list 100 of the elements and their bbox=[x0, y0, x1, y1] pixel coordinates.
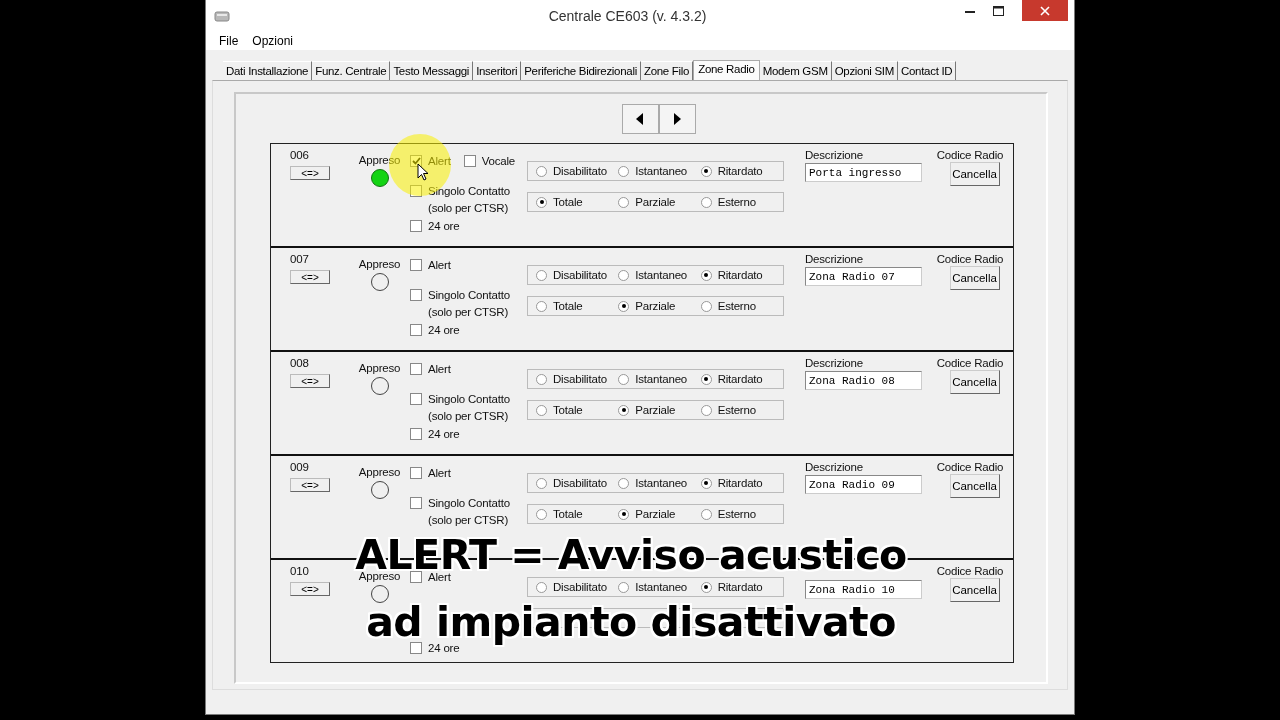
tab[interactable]: Funz. Centrale bbox=[312, 61, 391, 80]
checkbox[interactable] bbox=[410, 155, 422, 167]
zone-number: 008 bbox=[290, 357, 309, 369]
radio-label: Istantaneo bbox=[635, 165, 688, 177]
radio-button[interactable] bbox=[536, 477, 547, 489]
tab[interactable]: Zone Radio bbox=[693, 60, 760, 80]
cancel-button[interactable]: Cancella bbox=[949, 162, 1000, 186]
radio-button[interactable] bbox=[700, 477, 712, 489]
cancel-button[interactable]: Cancella bbox=[949, 370, 1000, 394]
checkbox-note: (solo per CTSR) bbox=[427, 306, 510, 318]
checkbox[interactable] bbox=[410, 428, 422, 440]
checkbox-label: 24 ore bbox=[428, 324, 460, 336]
checkbox[interactable] bbox=[410, 220, 422, 232]
checkbox[interactable] bbox=[410, 289, 422, 301]
window-title: Centrale CE603 (v. 4.3.2) bbox=[547, 8, 708, 24]
checkbox[interactable] bbox=[410, 497, 422, 509]
tab[interactable]: Opzioni SIM bbox=[831, 61, 898, 80]
cancel-button[interactable]: Cancella bbox=[949, 578, 1000, 602]
radio-button[interactable] bbox=[536, 300, 547, 312]
checkbox[interactable] bbox=[410, 324, 422, 336]
field-label: Descrizione bbox=[805, 253, 864, 265]
radio-label: Istantaneo bbox=[635, 373, 688, 385]
description-field[interactable]: Zona Radio 09 bbox=[805, 475, 922, 494]
radio-button[interactable] bbox=[700, 581, 712, 593]
radio-button[interactable] bbox=[536, 269, 547, 281]
radio-button[interactable] bbox=[700, 300, 712, 312]
radio-button[interactable] bbox=[700, 404, 712, 416]
zone-number: 006 bbox=[290, 149, 309, 161]
radio-button[interactable] bbox=[618, 269, 630, 281]
radio-button[interactable] bbox=[618, 373, 630, 385]
previous-button[interactable] bbox=[621, 104, 659, 134]
swap-button[interactable]: <=> bbox=[290, 270, 330, 284]
radio-label: Esterno bbox=[717, 404, 756, 416]
radio-label: Esterno bbox=[717, 196, 756, 208]
description-field[interactable]: Zona Radio 08 bbox=[805, 371, 922, 390]
checkbox[interactable] bbox=[410, 642, 422, 654]
menu-item[interactable]: File bbox=[219, 34, 239, 48]
tab[interactable]: Periferiche Bidirezionali bbox=[521, 61, 641, 80]
radio-button[interactable] bbox=[700, 373, 712, 385]
swap-button[interactable]: <=> bbox=[290, 582, 330, 596]
swap-button[interactable]: <=> bbox=[290, 166, 330, 180]
checkbox[interactable] bbox=[463, 155, 476, 167]
radio-button[interactable] bbox=[536, 581, 547, 593]
tab[interactable]: Contact ID bbox=[898, 61, 957, 80]
checkbox-label: Alert bbox=[428, 155, 451, 167]
radio-button[interactable] bbox=[700, 196, 712, 208]
checkbox-label: 24 ore bbox=[428, 428, 460, 440]
mouse-pointer-icon bbox=[417, 163, 429, 181]
radio-button[interactable] bbox=[618, 581, 630, 593]
menu-item[interactable]: Opzioni bbox=[252, 34, 294, 48]
radio-button[interactable] bbox=[700, 508, 712, 520]
radio-button[interactable] bbox=[536, 404, 547, 416]
checkbox[interactable] bbox=[410, 185, 422, 197]
swap-button[interactable]: <=> bbox=[290, 478, 330, 492]
radio-button[interactable] bbox=[536, 196, 547, 208]
field-label: Codice Radio bbox=[936, 357, 1004, 369]
radio-button[interactable] bbox=[700, 165, 712, 177]
radio-button[interactable] bbox=[618, 477, 630, 489]
tab[interactable]: Modem GSM bbox=[759, 61, 832, 80]
maximize-icon[interactable] bbox=[993, 5, 1004, 16]
checkbox-label: 24 ore bbox=[428, 220, 460, 232]
radio-label: Disabilitato bbox=[553, 165, 607, 177]
checkbox-label: 24 ore bbox=[428, 642, 460, 654]
radio-label: Totale bbox=[553, 196, 583, 208]
tab[interactable]: Testo Messaggi bbox=[390, 61, 474, 80]
tab[interactable]: Inseritori bbox=[473, 61, 522, 80]
close-button[interactable] bbox=[1022, 0, 1068, 21]
description-field[interactable]: Zona Radio 07 bbox=[805, 267, 922, 286]
checkbox[interactable] bbox=[410, 363, 422, 375]
radio-label: Ritardato bbox=[717, 477, 763, 489]
radio-button[interactable] bbox=[700, 269, 712, 281]
field-label: Codice Radio bbox=[936, 565, 1004, 577]
next-button[interactable] bbox=[658, 104, 696, 134]
checkbox[interactable] bbox=[410, 393, 422, 405]
description-field[interactable]: Zona Radio 10 bbox=[805, 580, 922, 599]
radio-label: Disabilitato bbox=[553, 581, 607, 593]
checkbox[interactable] bbox=[410, 259, 422, 271]
zone-number: 010 bbox=[290, 565, 309, 577]
radio-label: Totale bbox=[553, 300, 583, 312]
radio-button[interactable] bbox=[536, 165, 547, 177]
radio-button[interactable] bbox=[536, 508, 547, 520]
swap-button[interactable]: <=> bbox=[290, 374, 330, 388]
radio-button[interactable] bbox=[618, 165, 630, 177]
radio-label: Parziale bbox=[635, 404, 676, 416]
radio-button[interactable] bbox=[536, 373, 547, 385]
field-label: Codice Radio bbox=[936, 461, 1004, 473]
checkbox[interactable] bbox=[410, 467, 422, 479]
checkbox-note: (solo per CTSR) bbox=[427, 514, 510, 526]
zone-number: 009 bbox=[290, 461, 309, 473]
radio-label: Ritardato bbox=[717, 269, 763, 281]
radio-label: Esterno bbox=[717, 508, 756, 520]
appreso-label: Appreso bbox=[358, 258, 401, 270]
description-field[interactable]: Porta ingresso bbox=[805, 163, 922, 182]
cancel-button[interactable]: Cancella bbox=[949, 266, 1000, 290]
radio-button[interactable] bbox=[618, 508, 630, 520]
radio-button[interactable] bbox=[618, 300, 630, 312]
cancel-button[interactable]: Cancella bbox=[949, 474, 1000, 498]
radio-button[interactable] bbox=[618, 196, 630, 208]
tab[interactable]: Dati Installazione bbox=[223, 61, 313, 80]
radio-button[interactable] bbox=[618, 404, 630, 416]
